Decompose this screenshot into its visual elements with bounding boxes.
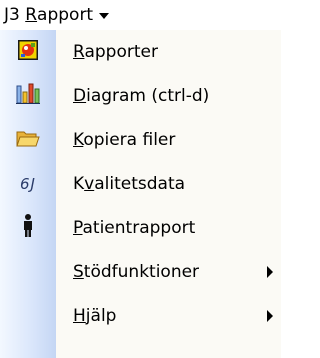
menu-item-label: Diagram (ctrl-d) xyxy=(73,86,210,106)
menubar-j3-rapport[interactable]: J3 Rapport xyxy=(0,0,160,30)
submenu-arrow-icon xyxy=(267,310,273,322)
person-icon xyxy=(21,213,35,243)
menu-item-label: Stödfunktioner xyxy=(73,262,200,282)
menubar-title-prefix: J3 xyxy=(4,5,26,25)
menu-item-patientrapport[interactable]: Patientrapport xyxy=(0,206,281,250)
dropdown-caret-icon xyxy=(99,13,110,19)
menu-item-label: Kopiera filer xyxy=(73,130,176,150)
menu-item-label: Hjälp xyxy=(73,306,117,326)
chart-icon xyxy=(16,83,40,110)
rapporter-icon xyxy=(17,39,39,66)
menu-item-label: Kvalitetsdata xyxy=(73,174,186,194)
submenu-arrow-icon xyxy=(267,266,273,278)
menu-item-stodfunktioner[interactable]: Stödfunktioner xyxy=(0,250,281,294)
folder-icon xyxy=(16,128,40,153)
menu-item-kvalitetsdata[interactable]: 6J Kvalitetsdata xyxy=(0,162,281,206)
dropdown-menu: Rapporter Diagram (ctrl-d) Kopiera filer… xyxy=(0,30,281,358)
quality-data-icon: 6J xyxy=(20,175,36,193)
menu-item-kopiera-filer[interactable]: Kopiera filer xyxy=(0,118,281,162)
menu-item-hjalp[interactable]: Hjälp xyxy=(0,294,281,338)
menu-item-rapporter[interactable]: Rapporter xyxy=(0,30,281,74)
menu-item-label: Rapporter xyxy=(73,42,158,62)
menu-item-label: Patientrapport xyxy=(73,218,196,238)
menubar-title-mnemonic: R xyxy=(25,5,38,25)
menubar-title-rest: apport xyxy=(37,5,94,25)
menu-item-diagram[interactable]: Diagram (ctrl-d) xyxy=(0,74,281,118)
